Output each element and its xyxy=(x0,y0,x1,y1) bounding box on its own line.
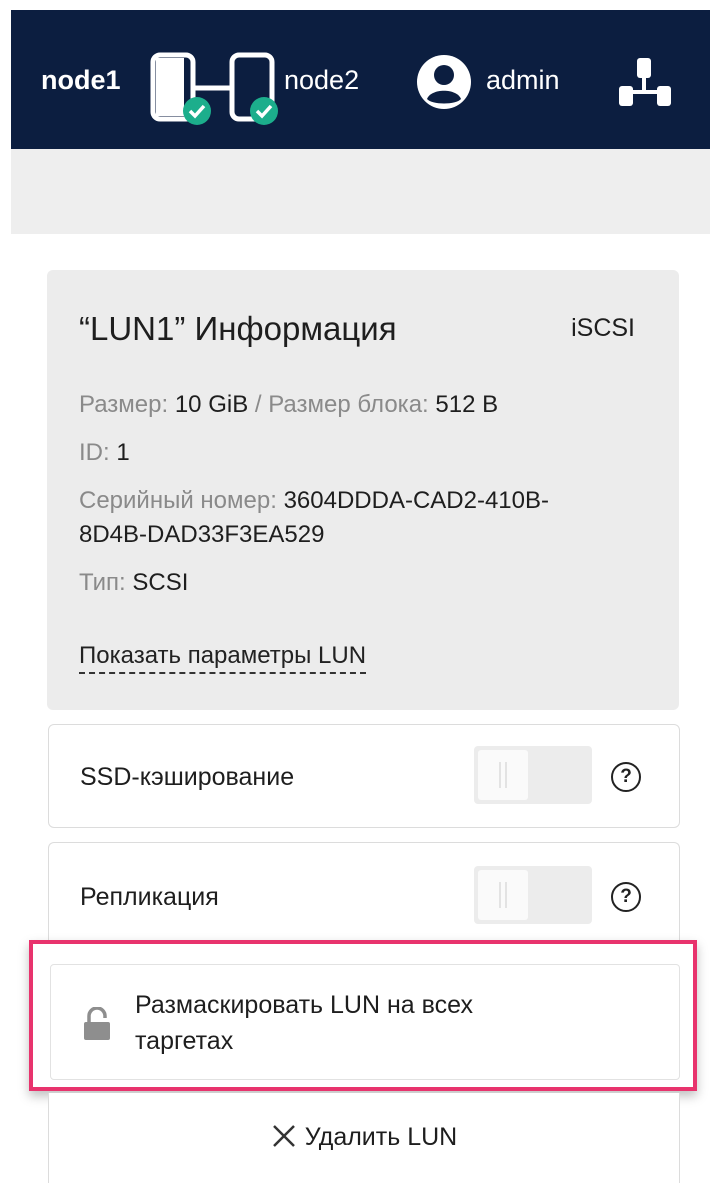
lun-info-title: “LUN1” Информация xyxy=(79,310,397,347)
block-size-label: Размер блока: xyxy=(268,391,429,418)
lun-id-row: ID: 1 xyxy=(79,436,130,470)
serial-label: Серийный номер: xyxy=(79,487,277,514)
type-label: Тип: xyxy=(79,569,126,596)
lun-serial-row-cont: 8D4B-DAD33F3EA529 xyxy=(79,518,324,552)
node2-label[interactable]: node2 xyxy=(284,65,359,96)
network-topology-icon[interactable] xyxy=(617,56,673,113)
grip-line xyxy=(499,882,501,908)
type-value: SCSI xyxy=(132,569,189,596)
delete-lun-button[interactable]: Удалить LUN xyxy=(49,1123,679,1152)
unmask-label-line1: Размаскировать LUN на всех xyxy=(135,991,473,1019)
serial-value-line2: 8D4B-DAD33F3EA529 xyxy=(79,521,325,548)
show-lun-params-link[interactable]: Показать параметры LUN xyxy=(79,642,367,674)
id-value: 1 xyxy=(116,439,130,466)
close-icon xyxy=(272,1125,295,1147)
lun-protocol: iSCSI xyxy=(571,314,635,342)
toggle-knob xyxy=(478,750,528,800)
lock-icon xyxy=(82,1006,112,1046)
ssd-cache-panel: SSD-кэширование ? xyxy=(48,724,680,828)
ssd-cache-help-icon[interactable]: ? xyxy=(611,762,641,792)
unmask-label-line2: таргетах xyxy=(135,1027,234,1055)
grip-line xyxy=(505,882,507,908)
unmask-highlight-frame: Размаскировать LUN на всех таргетах xyxy=(29,940,697,1091)
unmask-label: Размаскировать LUN на всех таргетах xyxy=(135,987,615,1059)
toggle-knob xyxy=(478,870,528,920)
cluster-nodes-icon[interactable] xyxy=(150,52,278,133)
grip-line xyxy=(505,762,507,788)
size-value: 10 GiB xyxy=(174,391,249,418)
node1-label[interactable]: node1 xyxy=(41,65,121,96)
user-account-icon[interactable] xyxy=(416,54,472,115)
replication-help-icon[interactable]: ? xyxy=(611,882,641,912)
ssd-cache-toggle[interactable] xyxy=(474,746,592,804)
replication-toggle[interactable] xyxy=(474,866,592,924)
grip-line xyxy=(499,762,501,788)
lun-size-row: Размер: 10 GiB / Размер блока: 512 B xyxy=(79,388,498,422)
lun-info-card: “LUN1” Информация iSCSI Размер: 10 GiB /… xyxy=(47,270,679,710)
lun-type-row: Тип: SCSI xyxy=(79,566,188,600)
delete-lun-label: Удалить LUN xyxy=(304,1123,458,1151)
lun-serial-row: Серийный номер: 3604DDDA-CAD2-410B- xyxy=(79,484,549,518)
size-separator: / xyxy=(254,391,262,418)
size-label: Размер: xyxy=(79,391,169,418)
ssd-cache-label: SSD-кэширование xyxy=(80,763,295,791)
block-size-value: 512 B xyxy=(435,391,499,418)
id-label: ID: xyxy=(79,439,110,466)
delete-panel: Удалить LUN xyxy=(48,1093,680,1183)
unmask-lun-button[interactable]: Размаскировать LUN на всех таргетах xyxy=(50,964,680,1080)
serial-value-line1: 3604DDDA-CAD2-410B- xyxy=(283,487,550,514)
username-label[interactable]: admin xyxy=(486,65,560,96)
replication-label: Репликация xyxy=(80,883,219,911)
top-bar: node1 node2 admin xyxy=(11,10,710,149)
toolbar-strip xyxy=(11,149,710,234)
